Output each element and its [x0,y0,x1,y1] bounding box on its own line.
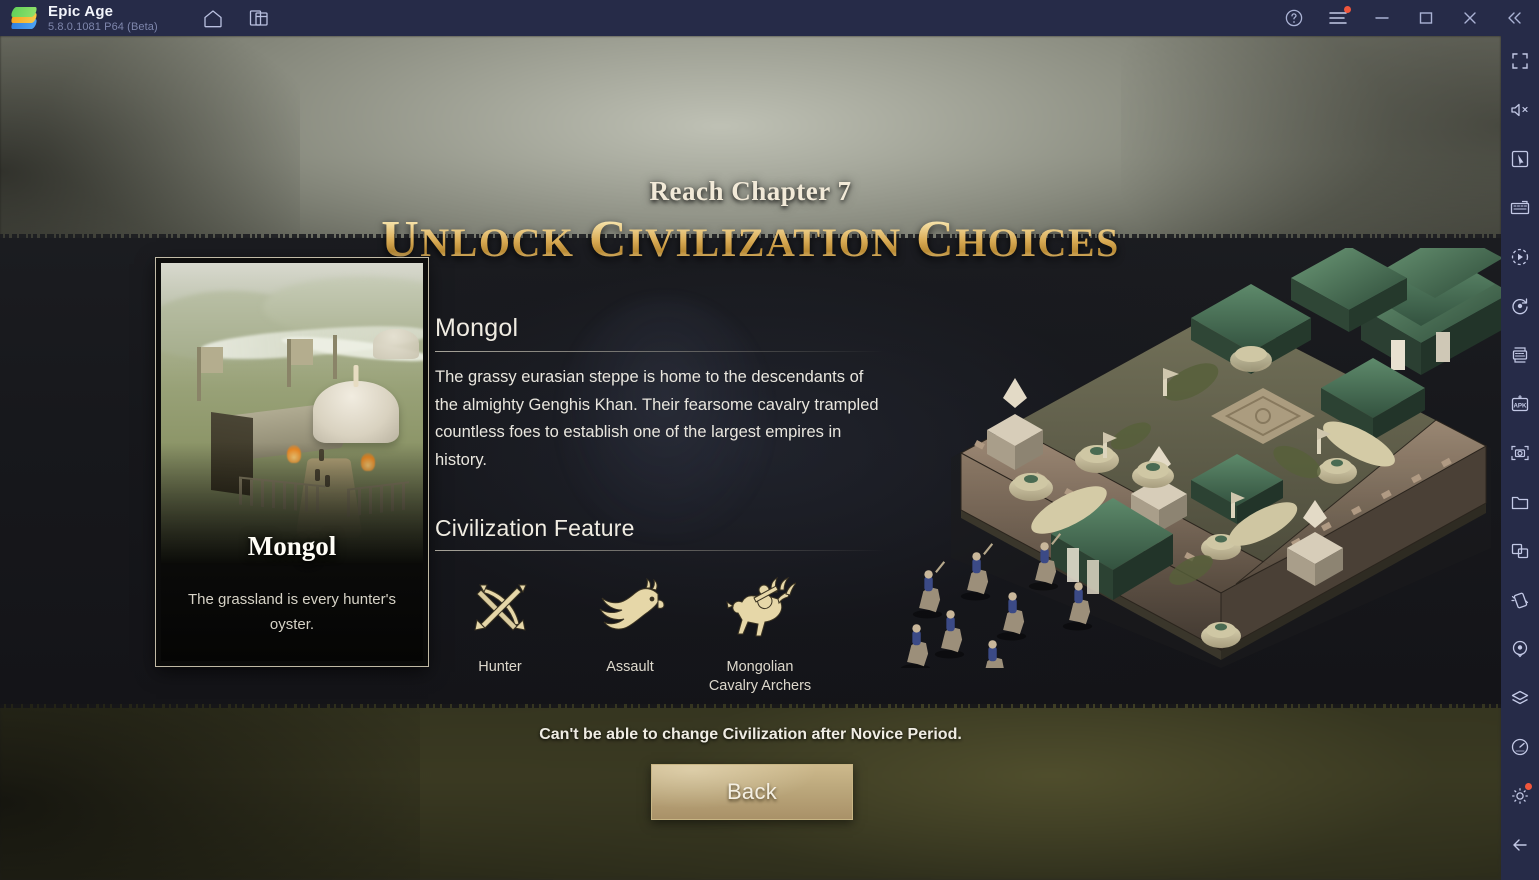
title-word-2-rest: IVILIZATION [628,220,902,265]
civilization-card-inner: Mongol The grassland is every hunter's o… [161,263,423,661]
titlebar-right-icons [1283,6,1539,29]
feature-label-assault: Assault [606,658,654,675]
menu-notification-badge [1344,6,1351,13]
screenshot-icon[interactable] [1501,428,1539,477]
civilization-info: Mongol The grassy eurasian steppe is hom… [435,314,885,696]
bluestacks-window: Epic Age 5.8.0.1081 P64 (Beta) Reach Cha… [0,0,1539,880]
back-arrow-icon[interactable] [1501,820,1539,869]
game-viewport: Reach Chapter 7 UNLOCK CIVILIZATION CHOI… [0,36,1501,880]
home-icon[interactable] [202,7,224,29]
feature-label-line2: Cavalry Archers [708,678,812,694]
back-button-label: Back [726,779,778,804]
performance-icon[interactable] [1501,722,1539,771]
collapse-icon[interactable] [1503,7,1525,29]
feature-label-line1: Mongolian [726,658,794,675]
keyboard-controls-icon[interactable] [1501,183,1539,232]
menu-icon[interactable] [1327,6,1351,29]
feature-heading-block: Civilization Feature [435,515,885,551]
fullscreen-icon[interactable] [1501,36,1539,85]
card-quote: The grassland is every hunter's oyster. [188,591,396,633]
feature-item-hunter[interactable]: Hunter [435,573,565,696]
title-subheading: Reach Chapter 7 [649,176,852,206]
maximize-icon[interactable] [1415,7,1437,29]
title-word-1-rest: NLOCK [420,220,575,265]
cursor-icon[interactable] [1501,134,1539,183]
bluestacks-logo-icon [10,5,38,31]
android-home-icon[interactable] [1501,869,1539,880]
mute-icon[interactable] [1501,85,1539,134]
install-apk-icon[interactable]: APK [1501,379,1539,428]
minimize-icon[interactable] [1371,7,1393,29]
svg-text:APK: APK [1513,402,1527,409]
heading-divider [435,351,885,352]
sync-operations-icon[interactable] [1501,281,1539,330]
app-title: Epic Age [48,2,114,20]
back-button[interactable]: Back [651,764,853,820]
layers-icon[interactable] [1501,673,1539,722]
multi-instance-sync-icon[interactable] [1501,330,1539,379]
feature-heading: Civilization Feature [435,514,635,541]
multi-instance-icon[interactable] [248,7,270,29]
location-icon[interactable] [1501,624,1539,673]
feature-label-hunter: Hunter [478,658,522,675]
feature-list: Hunter Assault Mongolian Cavalry Archers [435,573,885,696]
card-civilization-name: Mongol [247,531,337,561]
civilization-card[interactable]: Mongol The grassland is every hunter's o… [156,258,428,666]
civilization-change-notice: Can't be able to change Civilization aft… [539,726,962,743]
bluestacks-sidebar: APK [1501,36,1539,880]
card-quote-area: The grassland is every hunter's oyster. [161,565,423,661]
macro-record-icon[interactable] [1501,232,1539,281]
settings-gear-icon[interactable] [1501,771,1539,820]
feature-divider [435,549,885,551]
settings-notification-badge [1525,783,1532,790]
horse-head-icon [594,573,666,649]
shake-icon[interactable] [1501,575,1539,624]
close-icon[interactable] [1459,7,1481,29]
titlebar-left-icons [202,7,270,29]
mongol-city-isometric-art [891,230,1501,689]
mounted-archer-icon [724,573,796,649]
copy-paste-icon[interactable] [1501,526,1539,575]
bow-and-arrow-icon [467,573,533,649]
title-word-2-cap: C [588,211,629,268]
feature-item-cavalry-archers[interactable]: Mongolian Cavalry Archers [695,573,825,696]
mongol-steppe-camp-illustration [161,263,423,563]
civilization-heading: Mongol [435,314,519,342]
app-version: 5.8.0.1081 P64 (Beta) [48,20,158,33]
window-title-bar: Epic Age 5.8.0.1081 P64 (Beta) [0,0,1539,36]
help-icon[interactable] [1283,7,1305,29]
civilization-description: The grassy eurasian steppe is home to th… [435,368,879,470]
app-identity: Epic Age 5.8.0.1081 P64 (Beta) [48,4,158,33]
media-folder-icon[interactable] [1501,477,1539,526]
feature-label-cavalry-archers: Mongolian Cavalry Archers [709,658,811,696]
feature-item-assault[interactable]: Assault [565,573,695,696]
